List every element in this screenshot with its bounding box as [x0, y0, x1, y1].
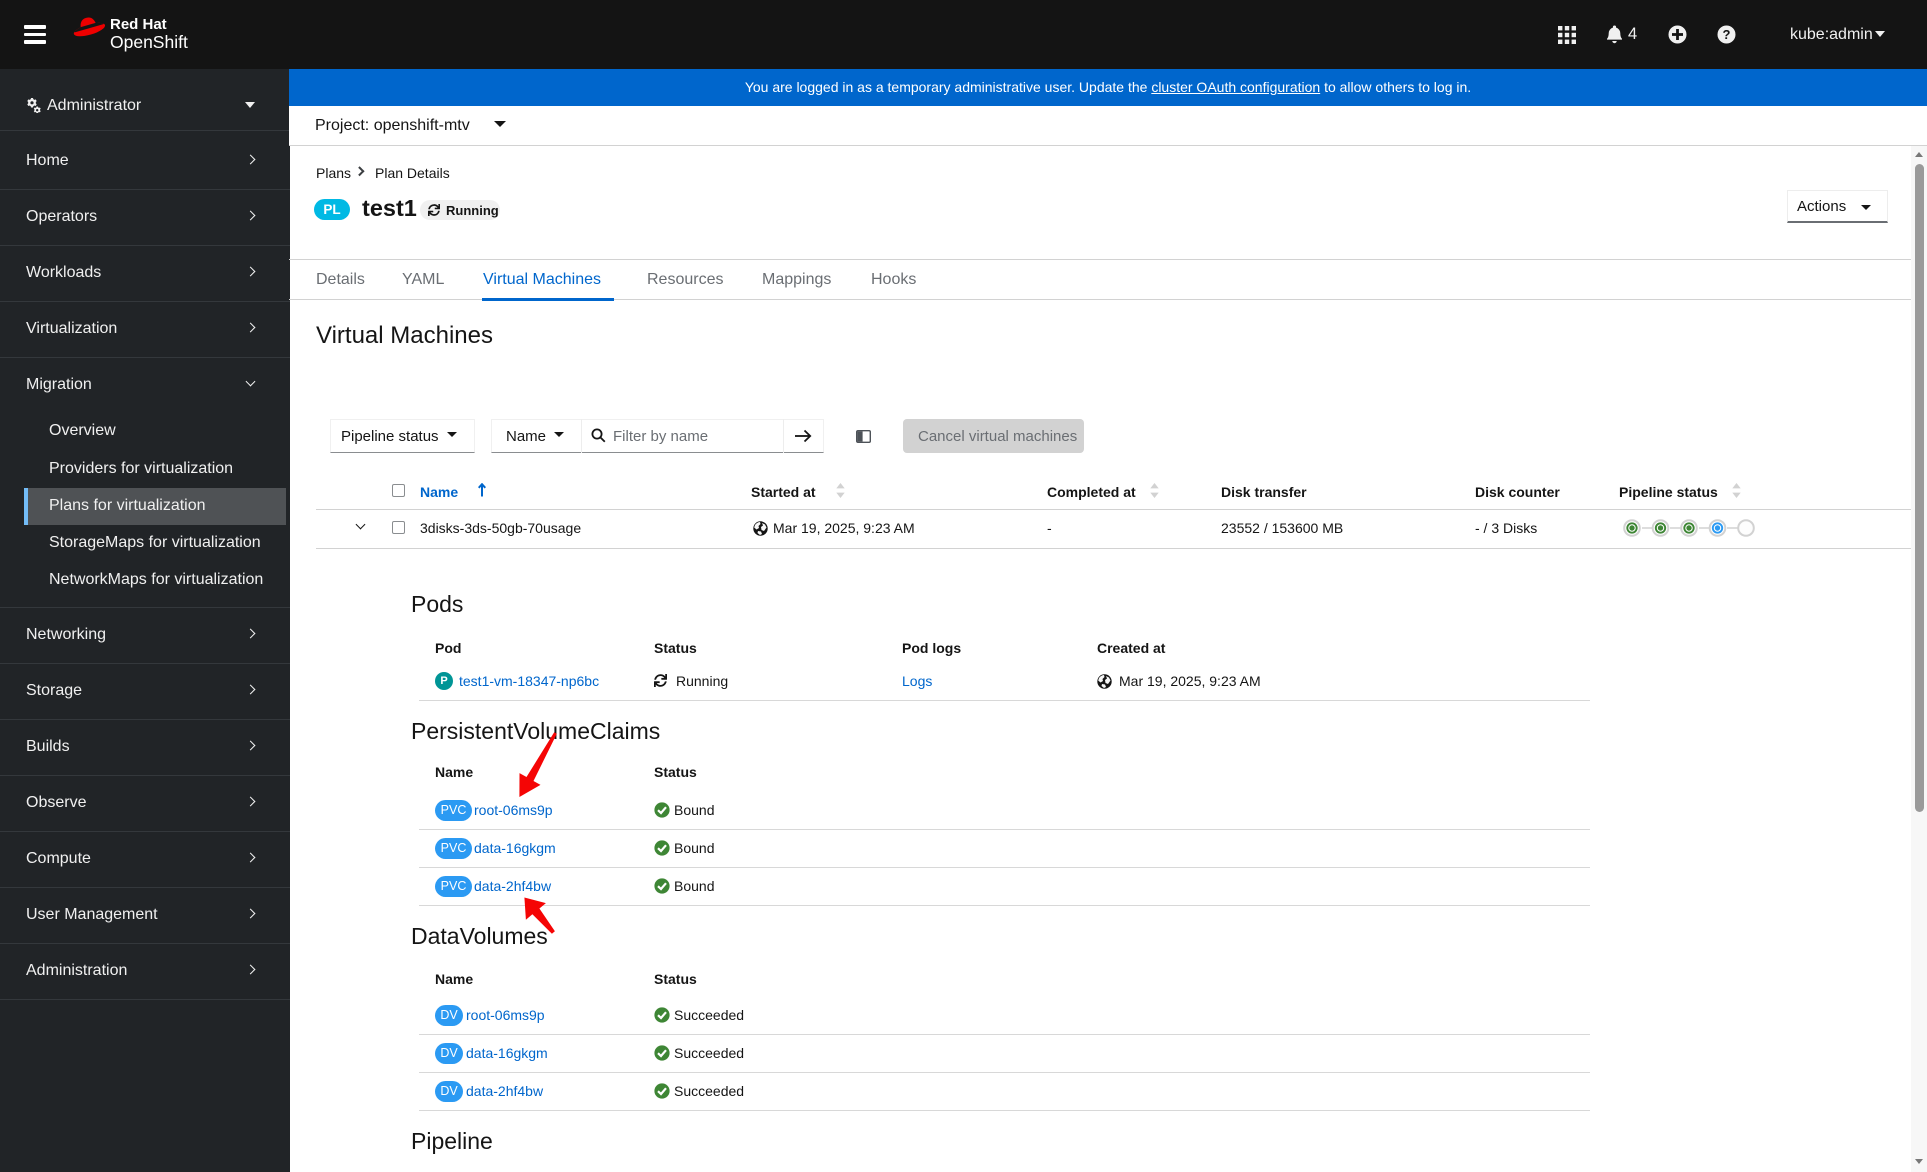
svg-text:?: ? [1723, 27, 1731, 42]
